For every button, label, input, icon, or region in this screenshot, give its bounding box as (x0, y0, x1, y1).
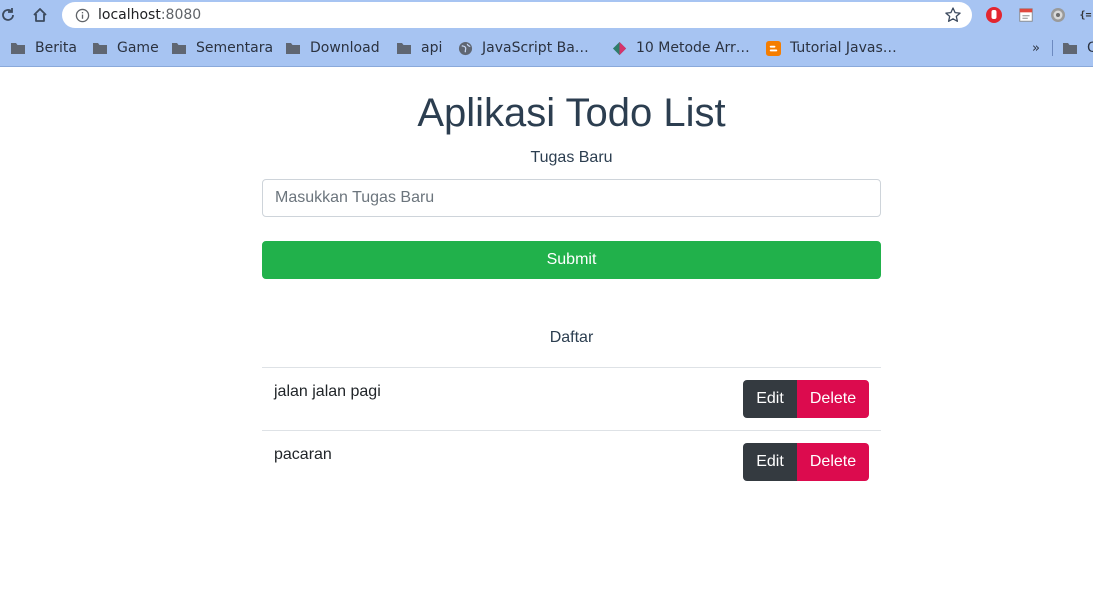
todo-list: jalan jalan pagi Edit Delete pacaran Edi… (262, 367, 881, 493)
bookmark-label: Download (310, 40, 380, 56)
bookmark-star-icon[interactable] (944, 6, 962, 24)
todo-text: pacaran (274, 446, 332, 463)
bookmarks-bar: Berita Game Sementara Download api JavaS… (0, 36, 1093, 60)
bookmark-item[interactable]: api (396, 36, 442, 60)
page-content: Aplikasi Todo List Tugas Baru Submit Daf… (0, 67, 1093, 614)
bookmark-item[interactable]: Game (92, 36, 159, 60)
bookmark-label: Tutorial Javas… (790, 40, 897, 56)
address-bar[interactable]: localhost:8080 (62, 2, 972, 28)
bookmark-label: Berita (35, 40, 77, 56)
edit-button[interactable]: Edit (743, 380, 797, 418)
new-task-input[interactable] (262, 179, 881, 217)
bookmark-label: JavaScript Ba… (482, 40, 589, 56)
todo-text: jalan jalan pagi (274, 383, 381, 400)
browser-chrome: localhost:8080 {= Berita Game Sementara (0, 0, 1093, 67)
extension-gear-icon[interactable] (1049, 6, 1067, 24)
folder-icon (285, 41, 301, 55)
submit-button[interactable]: Submit (262, 241, 881, 279)
extension-calendar-icon[interactable] (1017, 6, 1035, 24)
folder-icon (92, 41, 108, 55)
folder-icon (10, 41, 26, 55)
bookmark-label: api (421, 40, 443, 56)
folder-icon (1062, 41, 1078, 55)
bookmark-label: 10 Metode Arr… (636, 40, 750, 56)
bookmark-label: Game (117, 40, 159, 56)
bookmark-item[interactable]: O (1062, 36, 1093, 60)
folder-icon (171, 41, 187, 55)
bookmark-label: O (1087, 40, 1093, 56)
extension-shield-icon[interactable] (985, 6, 1003, 24)
new-task-label: Tugas Baru (530, 149, 613, 166)
todo-item: pacaran Edit Delete (262, 430, 881, 493)
bookmarks-overflow-button[interactable]: » (1032, 36, 1040, 60)
folder-icon (396, 41, 412, 55)
list-title: Daftar (549, 329, 594, 346)
url-host: localhost (98, 7, 161, 23)
bookmark-item[interactable]: Berita (10, 36, 77, 60)
todo-item: jalan jalan pagi Edit Delete (262, 367, 881, 430)
home-icon[interactable] (28, 4, 52, 26)
url-port: :8080 (160, 7, 202, 23)
reload-icon[interactable] (0, 4, 20, 26)
page-title: Aplikasi Todo List (417, 91, 726, 135)
delete-button[interactable]: Delete (797, 380, 869, 418)
info-icon[interactable] (74, 7, 90, 23)
extension-json-icon[interactable]: {= (1078, 6, 1093, 24)
bookmark-item[interactable]: Tutorial Javas… (765, 36, 897, 60)
globe-icon (457, 41, 473, 55)
bookmark-item[interactable]: Download (285, 36, 380, 60)
url-text: localhost:8080 (98, 7, 201, 23)
bookmark-item[interactable]: Sementara (171, 36, 273, 60)
blogger-icon (765, 40, 781, 56)
bookmark-item[interactable]: JavaScript Ba… (457, 36, 589, 60)
delete-button[interactable]: Delete (797, 443, 869, 481)
bookmark-item[interactable]: 10 Metode Arr… (611, 36, 750, 60)
bookmark-label: Sementara (196, 40, 274, 56)
site-icon (611, 41, 627, 55)
browser-toolbar: localhost:8080 {= (0, 0, 1093, 32)
bookmarks-divider (1052, 40, 1053, 56)
edit-button[interactable]: Edit (743, 443, 797, 481)
